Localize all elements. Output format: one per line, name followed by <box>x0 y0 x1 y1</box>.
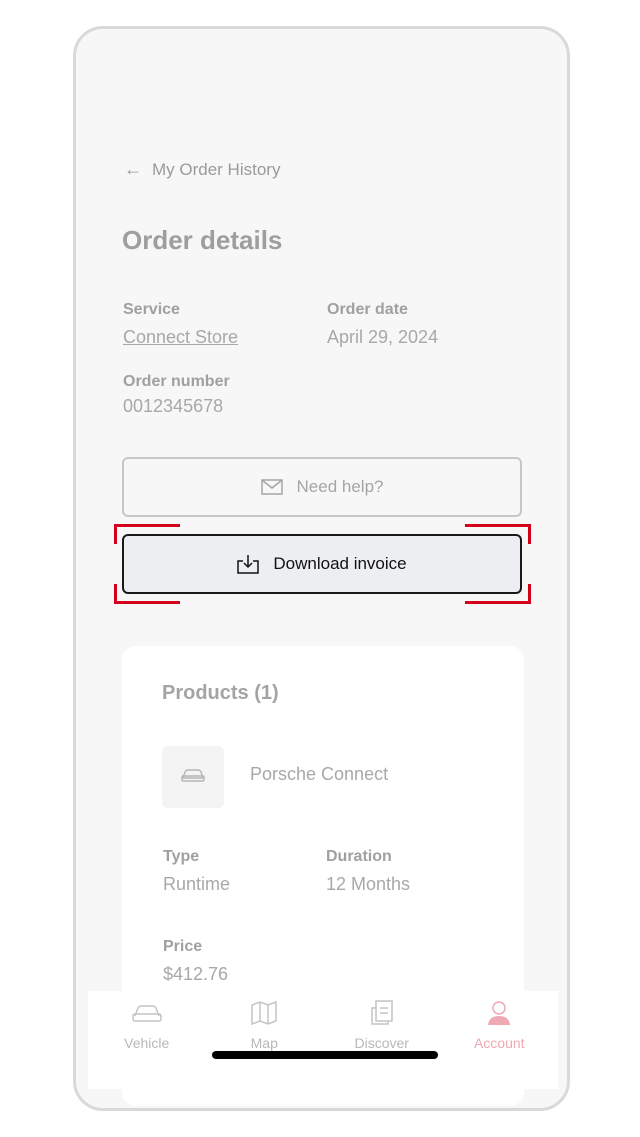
map-icon <box>250 997 278 1029</box>
type-value: Runtime <box>163 874 231 894</box>
tab-map-label: Map <box>250 1035 278 1051</box>
tab-account[interactable]: Account <box>449 997 549 1089</box>
products-title: Products (1) <box>162 682 279 704</box>
back-link-label: My Order History <box>152 159 281 179</box>
tab-discover-label: Discover <box>354 1035 409 1051</box>
tab-vehicle[interactable]: Vehicle <box>97 997 197 1089</box>
download-icon <box>237 554 260 574</box>
need-help-label: Need help? <box>296 477 384 496</box>
price-label: Price <box>163 938 203 955</box>
duration-value: 12 Months <box>326 874 411 894</box>
tab-vehicle-label: Vehicle <box>124 1035 170 1051</box>
type-label: Type <box>163 848 200 865</box>
service-label: Service <box>123 301 180 318</box>
duration-label: Duration <box>326 848 392 865</box>
tab-account-label: Account <box>473 1035 525 1051</box>
download-invoice-button[interactable]: Download invoice <box>122 534 522 594</box>
mail-icon <box>260 479 283 495</box>
home-indicator <box>212 1051 438 1059</box>
order-date-label: Order date <box>327 301 408 318</box>
tab-discover[interactable]: Discover <box>332 997 432 1089</box>
user-icon <box>486 997 512 1029</box>
order-details-screen: ← My Order History Order details Service… <box>76 29 567 1108</box>
order-number-value: 0012345678 <box>123 396 224 416</box>
order-date-value: April 29, 2024 <box>327 327 439 347</box>
product-name: Porsche Connect <box>250 764 389 784</box>
download-invoice-label: Download invoice <box>273 554 407 573</box>
need-help-button[interactable]: Need help? <box>122 457 522 517</box>
tab-map[interactable]: Map <box>214 997 314 1089</box>
product-thumbnail <box>162 746 224 808</box>
news-icon <box>370 997 394 1029</box>
car-icon <box>180 767 206 788</box>
back-link[interactable]: ← My Order History <box>124 159 280 180</box>
service-link[interactable]: Connect Store <box>123 327 238 348</box>
bottom-tab-bar: Vehicle Map Discover Account <box>88 991 558 1089</box>
car-icon <box>131 997 163 1029</box>
phone-frame: ← My Order History Order details Service… <box>73 26 570 1111</box>
order-number-label: Order number <box>123 373 230 390</box>
page-title: Order details <box>122 225 283 255</box>
back-arrow-icon: ← <box>124 159 142 179</box>
price-value: $412.76 <box>163 964 229 984</box>
